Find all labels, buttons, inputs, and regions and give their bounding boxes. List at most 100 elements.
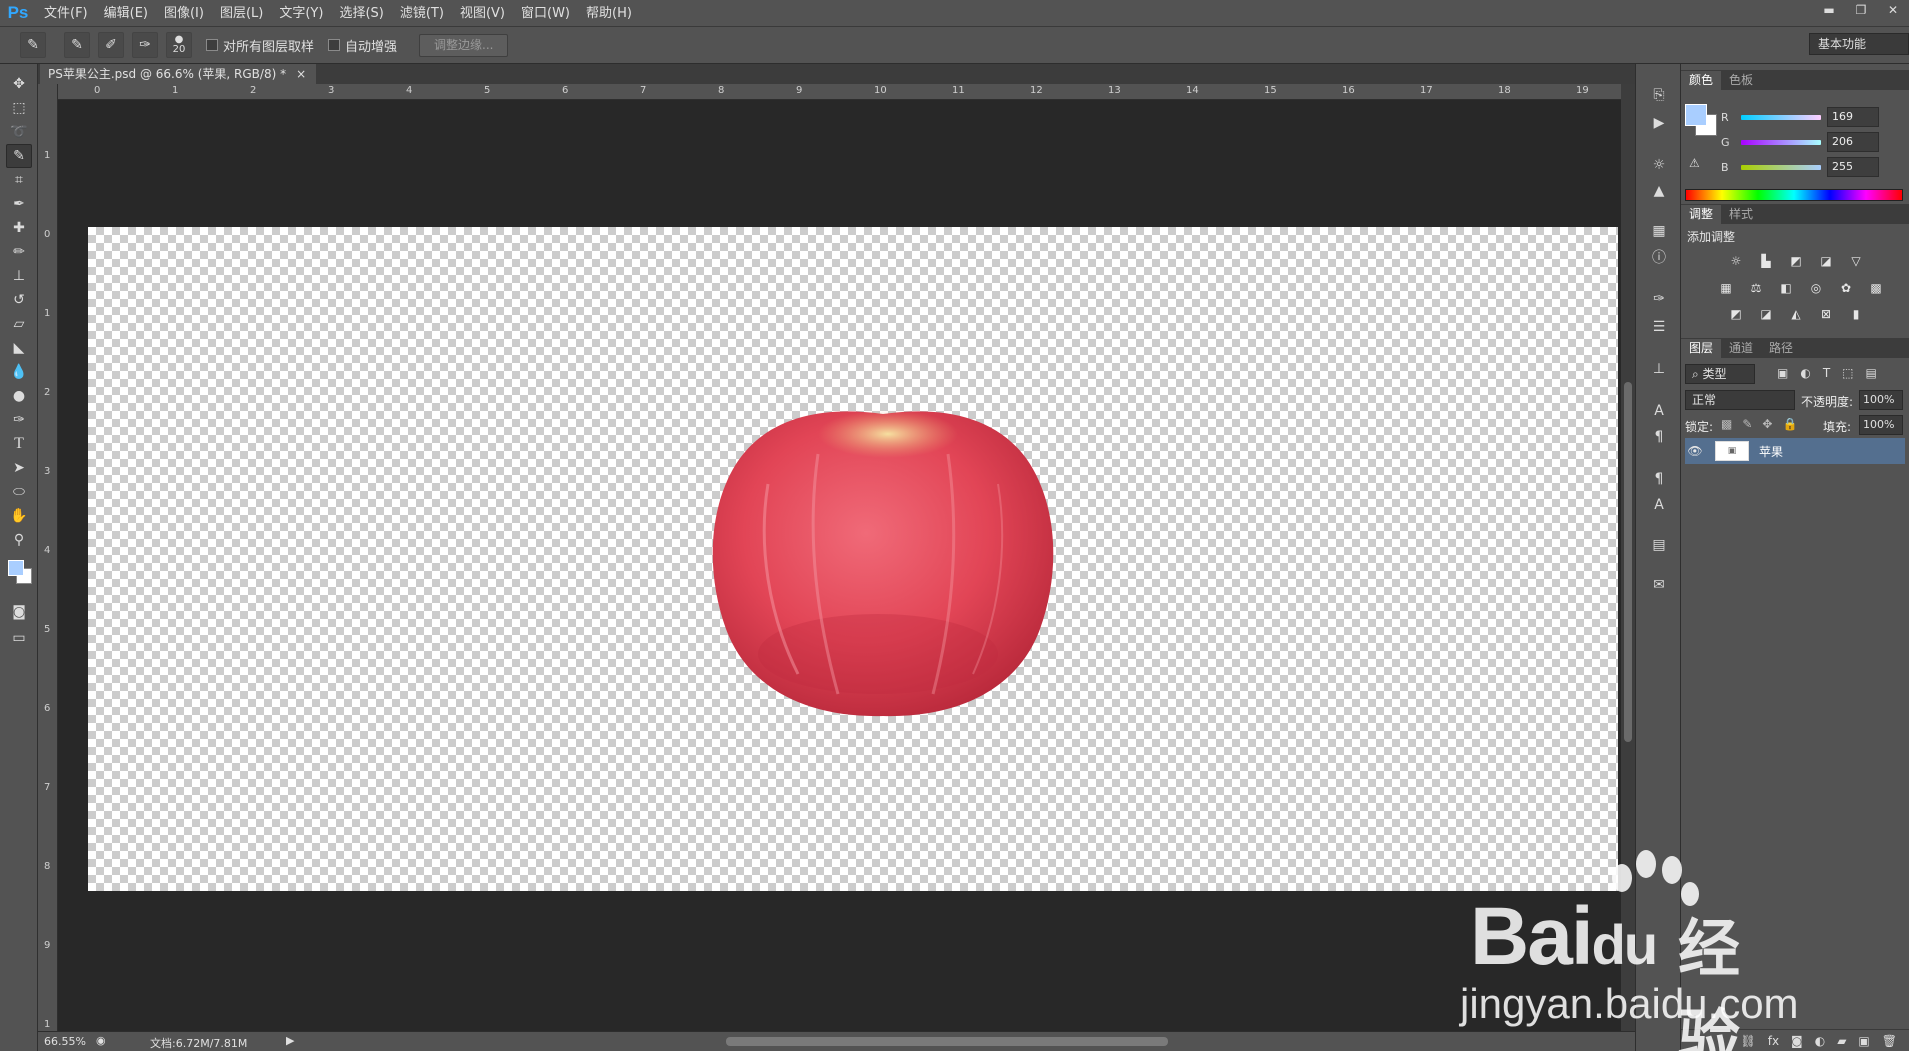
delete-layer-icon[interactable]: 🗑 (1882, 1034, 1897, 1048)
g-track[interactable] (1741, 139, 1821, 145)
refine-edge-button[interactable]: 调整边缘... (419, 33, 509, 57)
canvas-area[interactable] (58, 100, 1621, 1031)
transparent-document[interactable] (88, 227, 1618, 891)
vertical-scrollbar[interactable] (1621, 84, 1635, 1031)
brush-panel-icon[interactable]: ✑ (1648, 288, 1670, 310)
filter-pixel-icon[interactable]: ▣ (1777, 366, 1788, 380)
add-selection-brush-button[interactable]: ✐ (98, 32, 124, 58)
vibrance-icon[interactable]: ▽ (1847, 253, 1865, 269)
document-tab[interactable]: PS苹果公主.psd @ 66.6% (苹果, RGB/8) * × (40, 64, 317, 84)
pen-tool[interactable]: ✑ (6, 408, 32, 432)
brush-size-picker[interactable]: ● 20 (166, 32, 192, 58)
tab-color[interactable]: 颜色 (1681, 71, 1722, 90)
selective-color-icon[interactable]: ⊠ (1817, 306, 1835, 322)
quick-selection-tool[interactable]: ✎ (6, 144, 32, 168)
color-balance-icon[interactable]: ⚖ (1747, 280, 1765, 296)
lock-pixels-icon[interactable]: ✎ (1742, 417, 1752, 431)
status-menu-icon[interactable]: ◉ (96, 1034, 106, 1047)
slider-r[interactable]: R 169 (1721, 107, 1879, 127)
dodge-tool[interactable]: ● (6, 384, 32, 408)
color-spectrum-bar[interactable] (1685, 189, 1903, 201)
ellipse-tool[interactable]: ⬭ (6, 480, 32, 504)
black-white-icon[interactable]: ◧ (1777, 280, 1795, 296)
new-group-icon[interactable]: ▰ (1837, 1034, 1846, 1048)
posterize-icon[interactable]: ◪ (1757, 306, 1775, 322)
foreground-color-box[interactable] (1685, 104, 1707, 126)
history-icon[interactable]: ⎘ (1648, 84, 1670, 106)
checkbox-box[interactable] (328, 39, 341, 51)
opacity-input[interactable]: 100% (1859, 390, 1903, 410)
clone-source-icon[interactable]: ⊥ (1648, 358, 1670, 380)
menu-view[interactable]: 视图(V) (452, 0, 513, 27)
menu-select[interactable]: 选择(S) (331, 0, 391, 27)
b-value[interactable]: 255 (1827, 157, 1879, 177)
status-arrow-icon[interactable]: ▶ (286, 1034, 294, 1047)
subtract-selection-brush-button[interactable]: ✑ (132, 32, 158, 58)
screen-mode-button[interactable]: ▭ (6, 626, 32, 650)
menu-edit[interactable]: 编辑(E) (96, 0, 156, 27)
brush-presets-icon[interactable]: ☰ (1648, 316, 1670, 338)
tab-styles[interactable]: 样式 (1721, 205, 1761, 224)
close-tab-icon[interactable]: × (296, 64, 306, 84)
visibility-eye-icon[interactable]: 👁 (1685, 444, 1705, 458)
menu-window[interactable]: 窗口(W) (513, 0, 578, 27)
gamut-warning-icon[interactable]: ⚠ (1689, 156, 1700, 170)
quick-mask-button[interactable]: ◙ (6, 600, 32, 624)
blend-mode-select[interactable]: 正常 (1685, 390, 1795, 410)
lock-position-icon[interactable]: ✥ (1762, 417, 1772, 431)
hand-tool[interactable]: ✋ (6, 504, 32, 528)
lock-transparent-icon[interactable]: ▩ (1721, 417, 1732, 431)
layer-filter-select[interactable]: ⌕ 类型 (1685, 364, 1755, 384)
info-icon[interactable]: ⓘ (1648, 246, 1670, 268)
levels-icon[interactable]: ▙ (1757, 253, 1775, 269)
tab-swatches[interactable]: 色板 (1721, 71, 1761, 90)
gradient-map-icon[interactable]: ▮ (1847, 306, 1865, 322)
navigator-icon[interactable]: ▦ (1648, 220, 1670, 242)
history-brush-tool[interactable]: ↺ (6, 288, 32, 312)
auto-enhance-checkbox[interactable]: 自动增强 (328, 36, 397, 55)
b-track[interactable] (1741, 164, 1821, 170)
zoom-tool[interactable]: ⚲ (6, 528, 32, 552)
zoom-level[interactable]: 66.55% (44, 1035, 86, 1048)
blur-tool[interactable]: 💧 (6, 360, 32, 384)
spot-healing-tool[interactable]: ✚ (6, 216, 32, 240)
character-icon[interactable]: A (1648, 400, 1670, 422)
filter-adjust-icon[interactable]: ◐ (1800, 366, 1810, 380)
checkbox-box[interactable] (206, 39, 218, 51)
eyedropper-tool[interactable]: ✒ (6, 192, 32, 216)
filter-shape-icon[interactable]: ⬚ (1842, 366, 1853, 380)
channel-mixer-icon[interactable]: ✿ (1837, 280, 1855, 296)
horizontal-scroll-thumb[interactable] (726, 1037, 1168, 1046)
new-layer-icon[interactable]: ▣ (1858, 1034, 1869, 1048)
layer-name[interactable]: 苹果 (1759, 443, 1783, 460)
foreground-color-swatch[interactable] (8, 560, 24, 576)
marquee-tool[interactable]: ⬚ (6, 96, 32, 120)
paragraph-icon[interactable]: ¶ (1648, 426, 1670, 448)
minimize-button[interactable]: ▬ (1813, 0, 1845, 20)
new-selection-brush-button[interactable]: ✎ (64, 32, 90, 58)
lasso-tool[interactable]: ➰ (6, 120, 32, 144)
layer-style-icon[interactable]: fx (1768, 1034, 1779, 1048)
menu-type[interactable]: 文字(Y) (271, 0, 331, 27)
tool-preset-picker[interactable]: ✎ (20, 32, 46, 58)
r-track[interactable] (1741, 114, 1821, 120)
workspace-select[interactable]: 基本功能 (1809, 33, 1909, 55)
menu-filter[interactable]: 滤镜(T) (392, 0, 452, 27)
brush-tool[interactable]: ✏ (6, 240, 32, 264)
new-adjustment-icon[interactable]: ◐ (1815, 1034, 1825, 1048)
histogram-icon[interactable]: ▲ (1648, 180, 1670, 202)
tab-adjustments[interactable]: 调整 (1681, 205, 1722, 224)
path-selection-tool[interactable]: ➤ (6, 456, 32, 480)
actions-icon[interactable]: ▶ (1648, 112, 1670, 134)
color-lookup-icon[interactable]: ▩ (1867, 280, 1885, 296)
menu-file[interactable]: 文件(F) (36, 0, 96, 27)
character-styles-icon[interactable]: ¶ (1648, 468, 1670, 490)
add-mask-icon[interactable]: ◙ (1791, 1034, 1803, 1048)
threshold-icon[interactable]: ◭ (1787, 306, 1805, 322)
color-swatches[interactable] (6, 556, 32, 590)
adjustments-icon[interactable]: ☼ (1648, 154, 1670, 176)
menu-help[interactable]: 帮助(H) (578, 0, 640, 27)
layer-comps-icon[interactable]: ▤ (1648, 534, 1670, 556)
move-tool[interactable]: ✥ (6, 72, 32, 96)
menu-layer[interactable]: 图层(L) (212, 0, 271, 27)
